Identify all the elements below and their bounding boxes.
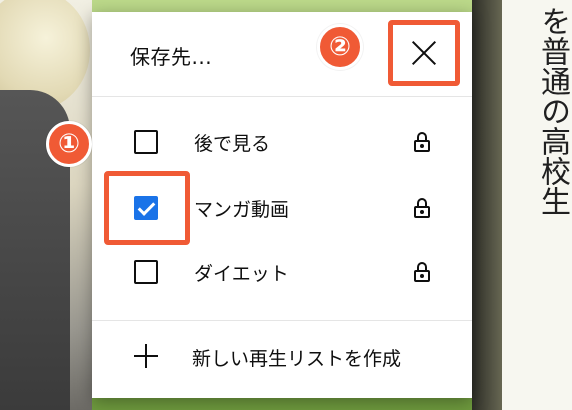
annotation-badge-1: ① xyxy=(46,121,92,167)
checkbox-diet[interactable] xyxy=(134,260,158,284)
lock-icon xyxy=(414,262,430,282)
playlist-item-diet[interactable]: ダイエット xyxy=(92,240,472,304)
dialog-header: 保存先... xyxy=(92,12,472,96)
playlist-item-manga-videos[interactable]: マンガ動画 xyxy=(92,176,472,240)
background-left-character xyxy=(0,0,92,410)
lock-icon xyxy=(414,198,430,218)
annotation-badge-2: ② xyxy=(317,24,363,70)
lock-icon xyxy=(414,132,430,152)
checkbox-manga-videos[interactable] xyxy=(134,196,158,220)
checkbox-watch-later[interactable] xyxy=(134,130,158,154)
playlist-label: ダイエット xyxy=(194,263,289,285)
close-icon xyxy=(411,40,437,66)
plus-icon xyxy=(134,344,158,368)
create-new-playlist-button[interactable]: 新しい再生リストを作成 xyxy=(92,322,472,394)
save-to-playlist-dialog: 保存先... 後で見る マンガ動画 ダイエット 新しい再生リストを作成 xyxy=(92,12,472,398)
footer-divider xyxy=(92,320,472,321)
playlist-label: マンガ動画 xyxy=(194,199,290,221)
create-playlist-label: 新しい再生リストを作成 xyxy=(192,348,402,370)
close-button[interactable] xyxy=(388,20,460,86)
playlist-item-watch-later[interactable]: 後で見る xyxy=(92,110,472,174)
background-vertical-text: を普通の高校生 xyxy=(535,6,570,216)
playlist-label: 後で見る xyxy=(194,133,271,155)
background-right-shadow xyxy=(472,0,504,410)
header-divider xyxy=(92,96,472,97)
dialog-title: 保存先... xyxy=(130,45,213,69)
